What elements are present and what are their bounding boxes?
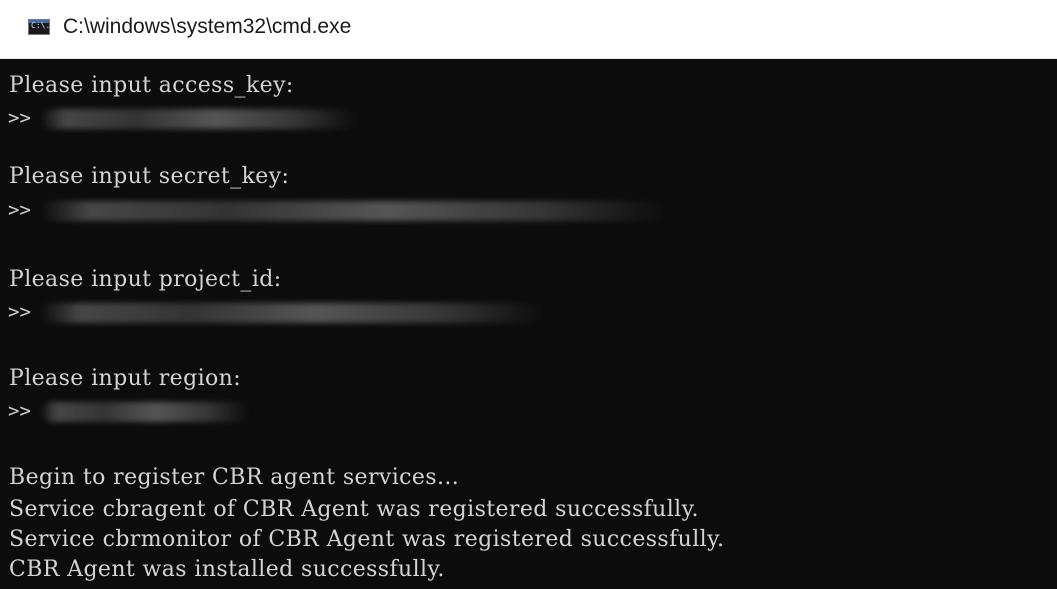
prompt-label-access-key: Please input access_key: xyxy=(9,73,294,98)
window-title: C:\windows\system32\cmd.exe xyxy=(63,15,352,38)
output-line: CBR Agent was installed successfully. xyxy=(9,557,445,582)
prompt-label-secret-key: Please input secret_key: xyxy=(9,164,290,189)
redacted-secret-key-value xyxy=(40,201,668,221)
output-line: Service cbragent of CBR Agent was regist… xyxy=(9,497,699,522)
output-line: Begin to register CBR agent services... xyxy=(9,465,460,490)
prompt-label-project-id: Please input project_id: xyxy=(9,267,282,292)
redacted-project-id-value xyxy=(40,303,545,323)
cmd-window: C:\. C:\windows\system32\cmd.exe Please … xyxy=(0,0,1057,589)
cmd-icon-text: C:\. xyxy=(31,21,51,30)
console-output[interactable]: Please input access_key: >> Please input… xyxy=(0,59,1057,589)
redacted-region-value xyxy=(40,402,250,422)
output-line: Service cbrmonitor of CBR Agent was regi… xyxy=(9,527,725,552)
input-marker-secret-key: >> xyxy=(8,199,31,221)
input-marker-project-id: >> xyxy=(8,301,31,323)
redacted-access-key-value xyxy=(40,109,358,129)
title-bar[interactable]: C:\. C:\windows\system32\cmd.exe xyxy=(0,0,1057,59)
input-marker-region: >> xyxy=(8,400,31,422)
input-marker-access-key: >> xyxy=(8,107,31,129)
prompt-label-region: Please input region: xyxy=(9,366,242,391)
cmd-icon[interactable]: C:\. xyxy=(28,19,50,35)
